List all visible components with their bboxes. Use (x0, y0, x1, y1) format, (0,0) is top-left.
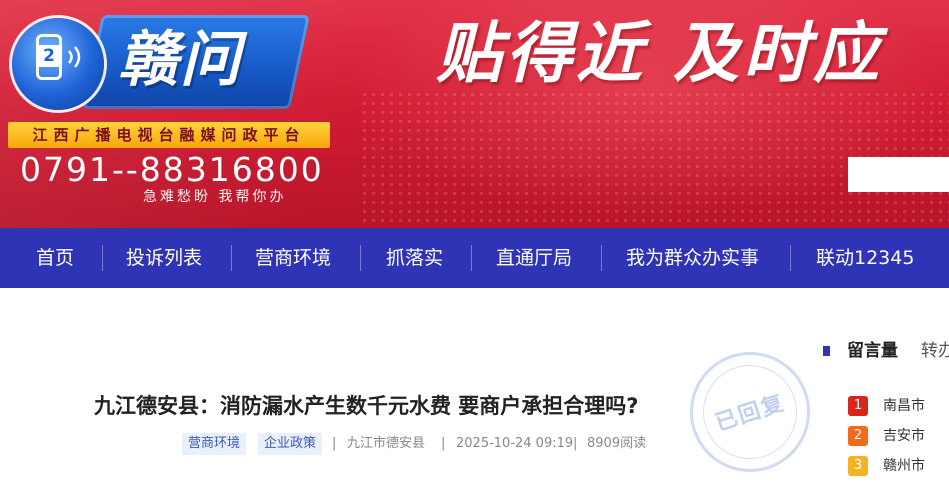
article-title: 九江德安县：消防漏水产生数千元水费 要商户承担合理吗? (94, 394, 639, 418)
tag-enterprise-policy[interactable]: 企业政策 (258, 433, 323, 455)
rank-number: 1 (848, 396, 868, 416)
tab-message-count[interactable]: 留言量 (847, 339, 898, 363)
nav-item-home[interactable]: 首页 (36, 228, 74, 288)
tab-transferred[interactable]: 转办 (921, 339, 949, 363)
article-location: 九江市德安县 (347, 436, 426, 451)
nav-item-complaints[interactable]: 投诉列表 (126, 228, 202, 288)
nav-item-implementation[interactable]: 抓落实 (386, 228, 443, 288)
meta-separator: | (573, 436, 578, 451)
logo-digit: 2 (39, 45, 59, 67)
search-input[interactable] (848, 157, 949, 192)
rank-number: 3 (848, 456, 868, 476)
replied-stamp: 已回复 (674, 336, 826, 488)
nav-divider (471, 245, 472, 271)
platform-subtitle: 江西广播电视台融媒问政平台 (32, 126, 306, 144)
rank-number: 2 (848, 426, 868, 446)
ranking-marker-icon (823, 346, 830, 356)
rank-city-name: 吉安市 (883, 428, 925, 444)
header-banner: 2 赣问 江西广播电视台融媒问政平台 0791--88316800 急难愁盼 我… (0, 0, 949, 228)
nav-divider (102, 245, 103, 271)
article-datetime: 2025-10-24 09:19 (456, 436, 574, 451)
tag-business-environment[interactable]: 营商环境 (182, 433, 247, 455)
nav-item-departments[interactable]: 直通厅局 (496, 228, 572, 288)
nav-divider (360, 245, 361, 271)
rank-city-name: 赣州市 (883, 458, 925, 474)
site-logo-text[interactable]: 赣问 (118, 20, 242, 100)
meta-separator: | (332, 436, 337, 451)
main-nav: 首页 投诉列表 营商环境 抓落实 直通厅局 我为群众办实事 联动12345 (0, 228, 949, 288)
banner-slogan: 贴得近 及时应 (436, 15, 883, 92)
hotline-note: 急难愁盼 我帮你办 (143, 189, 287, 205)
nav-divider (601, 245, 602, 271)
nav-divider (790, 245, 791, 271)
article-read-count: 8909阅读 (587, 436, 647, 451)
meta-separator: | (441, 436, 446, 451)
rank-city-name: 南昌市 (883, 398, 925, 414)
nav-item-business[interactable]: 营商环境 (255, 228, 331, 288)
nav-item-public-service[interactable]: 我为群众办实事 (626, 228, 759, 288)
nav-item-12345[interactable]: 联动12345 (816, 228, 914, 288)
nav-divider (231, 245, 232, 271)
hotline-number: 0791--88316800 (20, 150, 324, 189)
smartphone-icon: 2 (36, 34, 62, 80)
signal-waves-icon (67, 46, 81, 68)
